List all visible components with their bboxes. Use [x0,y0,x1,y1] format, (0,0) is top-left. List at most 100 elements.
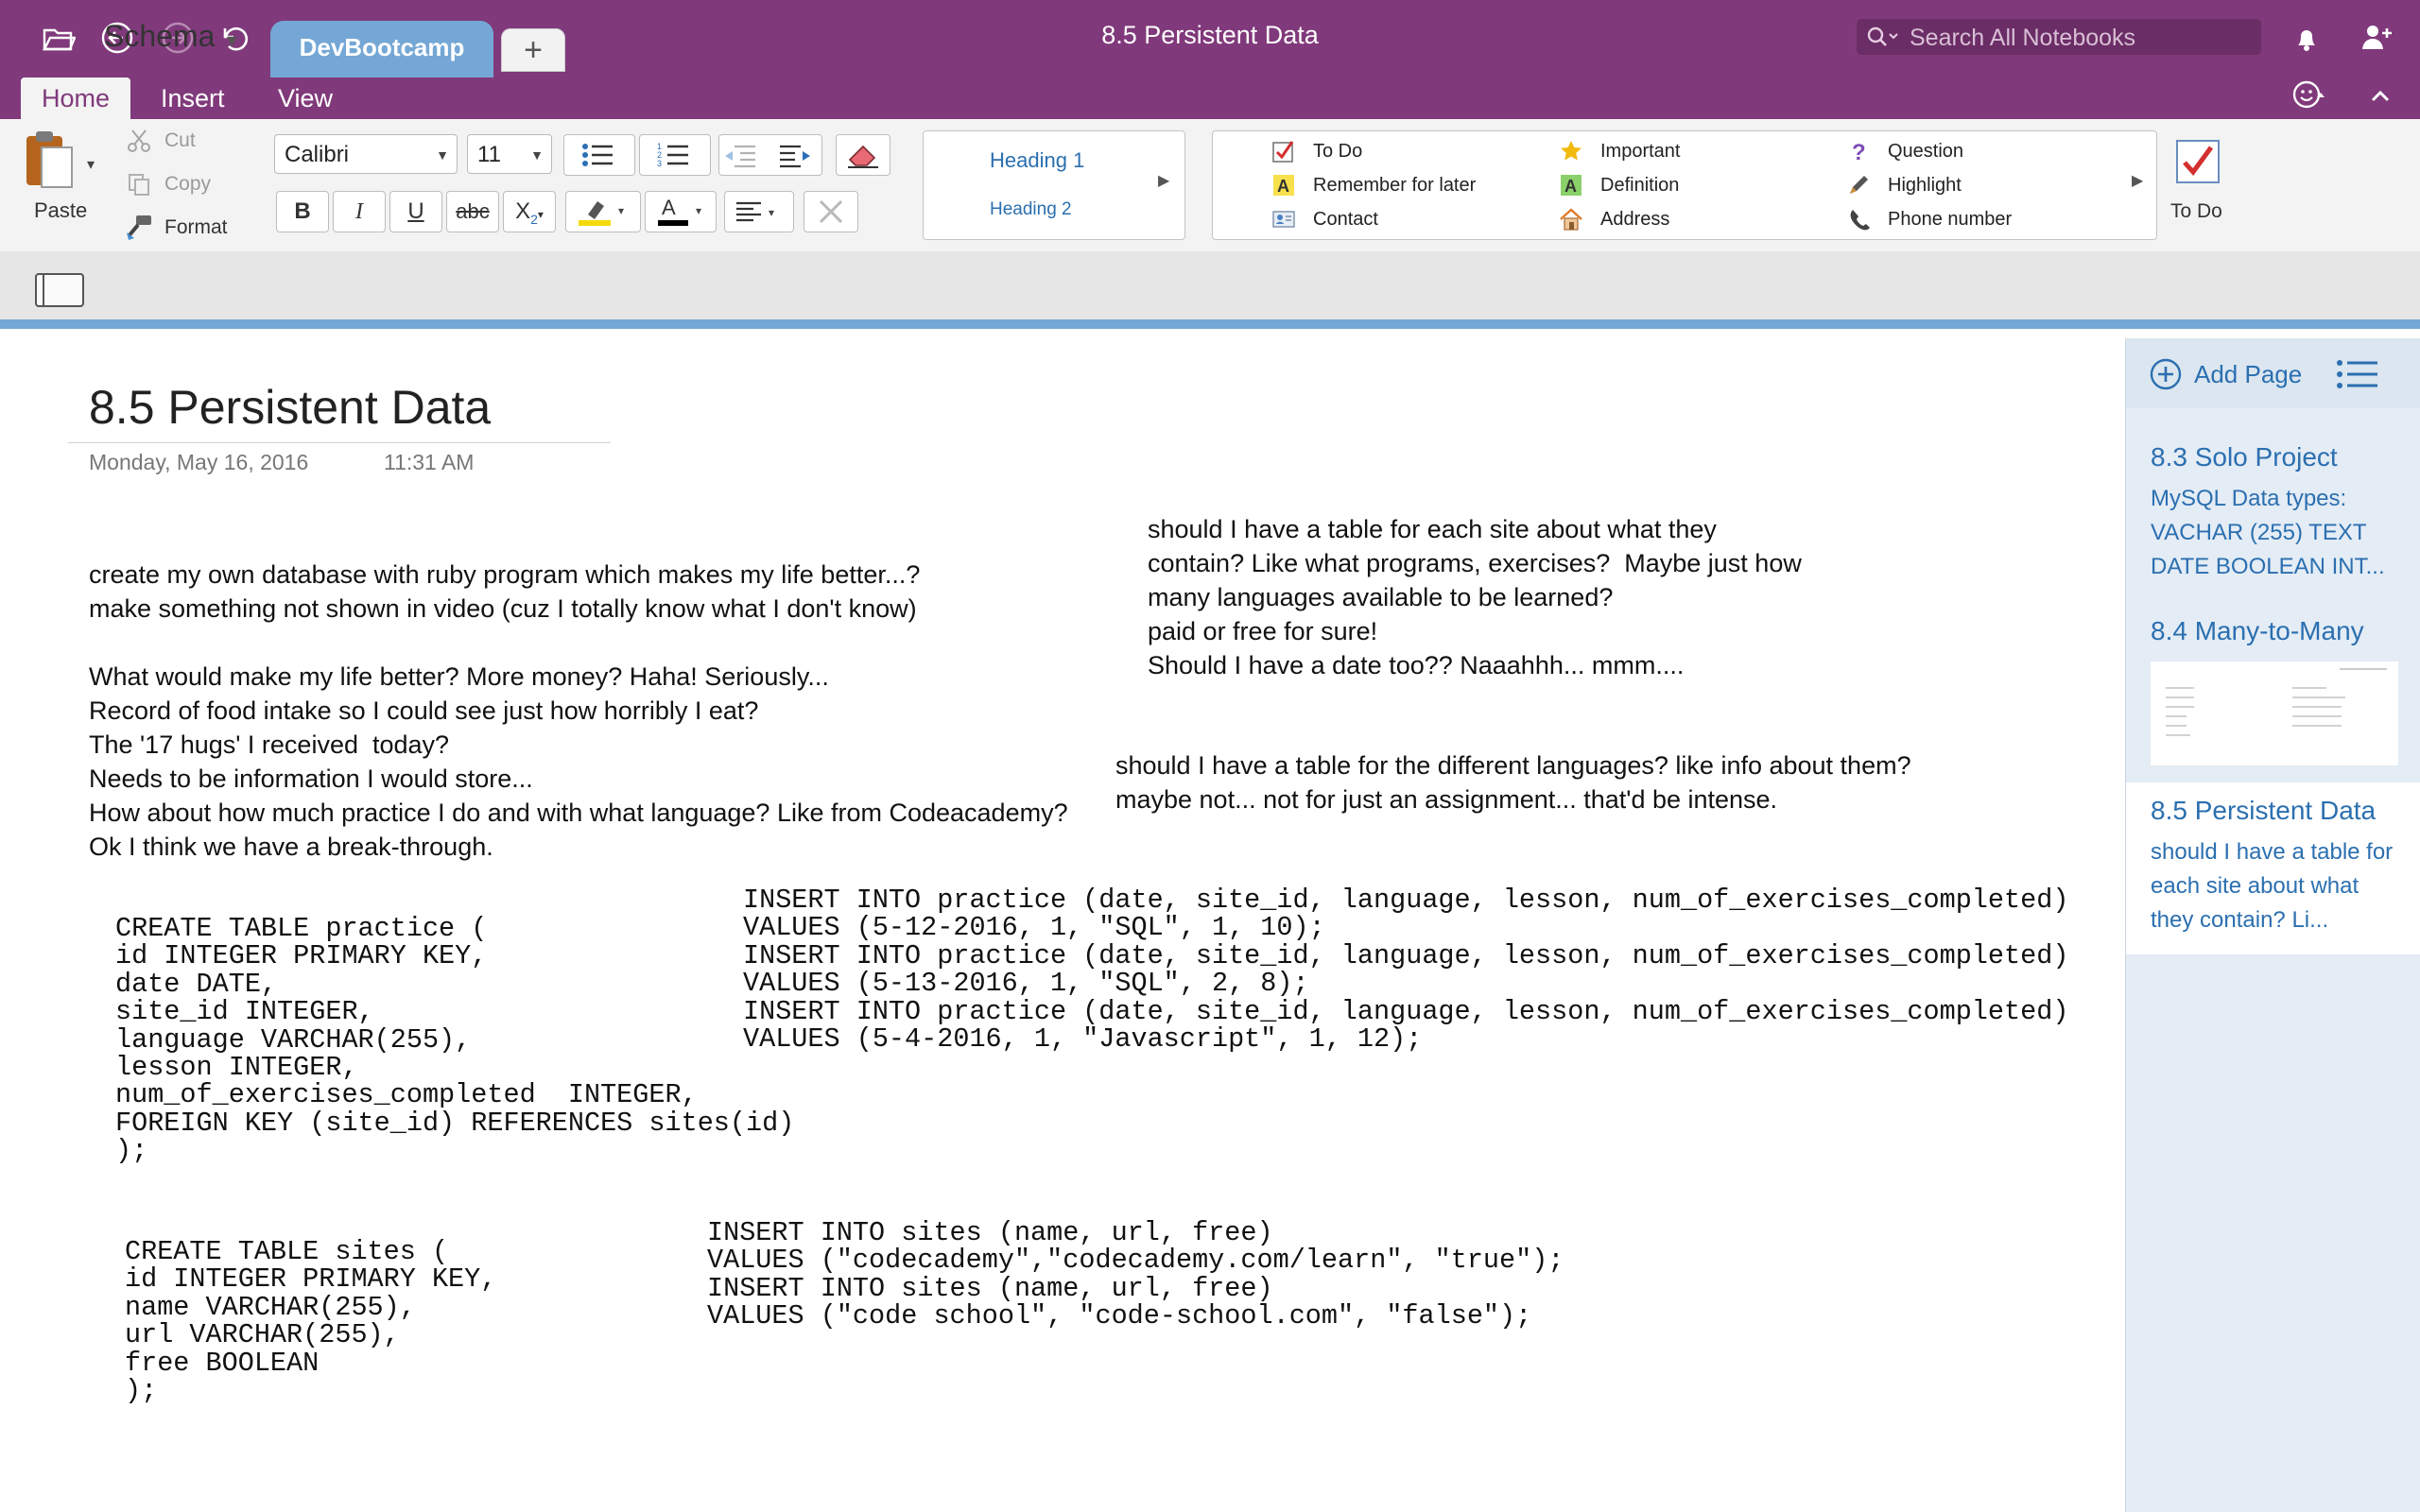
tag-contact[interactable]: Contact [1271,207,1378,232]
paste-button[interactable]: Paste [34,198,87,223]
tag-important[interactable]: Important [1559,139,1680,163]
tag-question[interactable]: ? Question [1846,139,1963,163]
svg-text:▾: ▾ [696,204,701,217]
tag-highlight[interactable]: Highlight [1846,173,1962,198]
tab-insert[interactable]: Insert [140,77,246,119]
styles-expand-arrow-icon[interactable]: ▶ [1158,171,1169,190]
page-item-8-4[interactable]: 8.4 Many-to-Many [2126,605,2420,773]
notifications-bell-icon[interactable] [2290,21,2324,55]
tags-gallery: To Do A Remember for later Contact Impor… [1212,130,2157,240]
letter-a-green-icon: A [1559,173,1583,198]
tab-view[interactable]: View [257,77,354,119]
tag-remember-for-later[interactable]: A Remember for later [1271,173,1476,198]
indent-buttons [718,134,822,176]
highlight-color-button[interactable]: ▾ [565,191,641,232]
add-section-button[interactable]: + [501,28,565,72]
clear-formatting-button[interactable] [836,134,890,176]
page-date: Monday, May 16, 2016 [89,450,309,474]
tags-expand-arrow-icon[interactable]: ▶ [2132,171,2143,190]
svg-text:▾: ▾ [769,206,774,219]
section-color-line [0,319,2420,329]
checkbox-icon [1271,139,1296,163]
highlighter-icon: ▾ [579,201,624,226]
todo-tag-checkbox-icon[interactable] [2174,138,2221,185]
page-time: 11:31 AM [384,450,475,474]
subscript-button[interactable]: X2▾ [503,191,556,232]
tab-home[interactable]: Home [21,77,131,119]
note-outline-site-table[interactable]: should I have a table for each site abou… [1148,512,1802,682]
search-box[interactable] [1857,19,2261,55]
tag-definition[interactable]: A Definition [1559,173,1679,198]
code-create-table-practice[interactable]: CREATE TABLE practice ( id INTEGER PRIMA… [115,915,794,1165]
font-name-combo[interactable]: Calibri ▼ [274,134,458,174]
notebook-icon[interactable] [34,272,85,308]
font-size-combo[interactable]: 11 ▼ [467,134,552,174]
eraser-icon [848,145,878,168]
cut-button[interactable]: Cut [164,129,196,152]
style-heading-2[interactable]: Heading 2 [990,199,1072,220]
paste-dropdown-icon[interactable]: ▾ [87,155,95,174]
code-insert-sites[interactable]: INSERT INTO sites (name, url, free) VALU… [707,1219,1564,1331]
svg-text:▾: ▾ [618,204,624,217]
svg-text:A: A [1564,177,1577,196]
star-icon [1559,139,1583,163]
pen-icon [1846,173,1871,198]
bullet-list-button[interactable] [563,134,635,176]
numbered-list-icon: 123 [657,142,688,168]
page-list-sort-icon[interactable] [2336,359,2379,389]
page-item-title: 8.5 Persistent Data [2151,796,2377,825]
page-item-title: 8.3 Solo Project [2151,442,2338,472]
emoji-feedback-icon[interactable] [2291,77,2325,112]
note-outline-ideas[interactable]: create my own database with ruby program… [89,558,1068,864]
note-outline-languages[interactable]: should I have a table for the different … [1115,748,1911,816]
tag-to-do[interactable]: To Do [1271,139,1362,163]
section-tab-devbootcamp[interactable]: DevBootcamp [270,21,493,77]
todo-tag-button[interactable]: To Do [2170,200,2222,223]
chevron-down-icon: ▼ [436,147,449,163]
house-icon [1559,207,1583,232]
code-insert-practice[interactable]: INSERT INTO practice (date, site_id, lan… [743,886,2068,1054]
chevron-down-icon: ▼ [530,147,544,163]
bold-button[interactable]: B [276,191,329,232]
copy-icon [127,172,151,197]
letter-a-yellow-icon: A [1271,173,1296,198]
pages-pane-header: Add Page [2126,338,2420,408]
underline-button[interactable]: U [389,191,442,232]
numbered-list-button[interactable]: 123 [639,134,711,176]
font-color-icon: A ▾ [658,196,701,226]
collapse-ribbon-icon[interactable] [2363,79,2397,113]
contact-card-icon [1271,207,1296,232]
add-page-button[interactable]: Add Page [2149,357,2302,391]
svg-text:A: A [1277,177,1289,196]
align-left-icon: ▾ [736,201,774,222]
page-item-8-5[interactable]: 8.5 Persistent Data should I have a tabl… [2126,782,2420,954]
notebook-name[interactable]: Schema ▼ [104,19,240,54]
phone-icon [1846,207,1871,232]
search-input[interactable] [1908,21,2252,55]
share-person-icon[interactable] [2360,21,2394,55]
svg-text:?: ? [1852,140,1866,163]
svg-text:3: 3 [657,159,662,168]
page-title[interactable]: 8.5 Persistent Data [89,380,491,435]
format-painter-button[interactable]: Format [164,216,228,239]
ribbon-tabs: Home Insert View [0,74,2420,119]
tag-address[interactable]: Address [1559,207,1669,232]
italic-button[interactable]: I [333,191,386,232]
notebook-section-bar [0,251,2420,329]
delete-button[interactable] [804,191,858,232]
close-icon [819,199,843,224]
page-item-title: 8.4 Many-to-Many [2151,616,2364,645]
code-create-table-sites[interactable]: CREATE TABLE sites ( id INTEGER PRIMARY … [125,1238,496,1405]
svg-text:A: A [662,196,676,219]
font-size-value: 11 [477,142,501,167]
paste-clipboard-icon[interactable] [23,129,76,193]
page-item-preview: should I have a table for each site abou… [2151,839,2394,933]
chevron-down-icon: ▼ [223,31,241,50]
tag-phone-number[interactable]: Phone number [1846,207,2012,232]
font-color-button[interactable]: A ▾ [645,191,717,232]
copy-button[interactable]: Copy [164,173,211,196]
paragraph-align-button[interactable]: ▾ [724,191,794,232]
style-heading-1[interactable]: Heading 1 [990,148,1084,173]
strikethrough-button[interactable]: abc [446,191,499,232]
page-item-8-3[interactable]: 8.3 Solo Project MySQL Data types: VACHA… [2126,429,2420,599]
